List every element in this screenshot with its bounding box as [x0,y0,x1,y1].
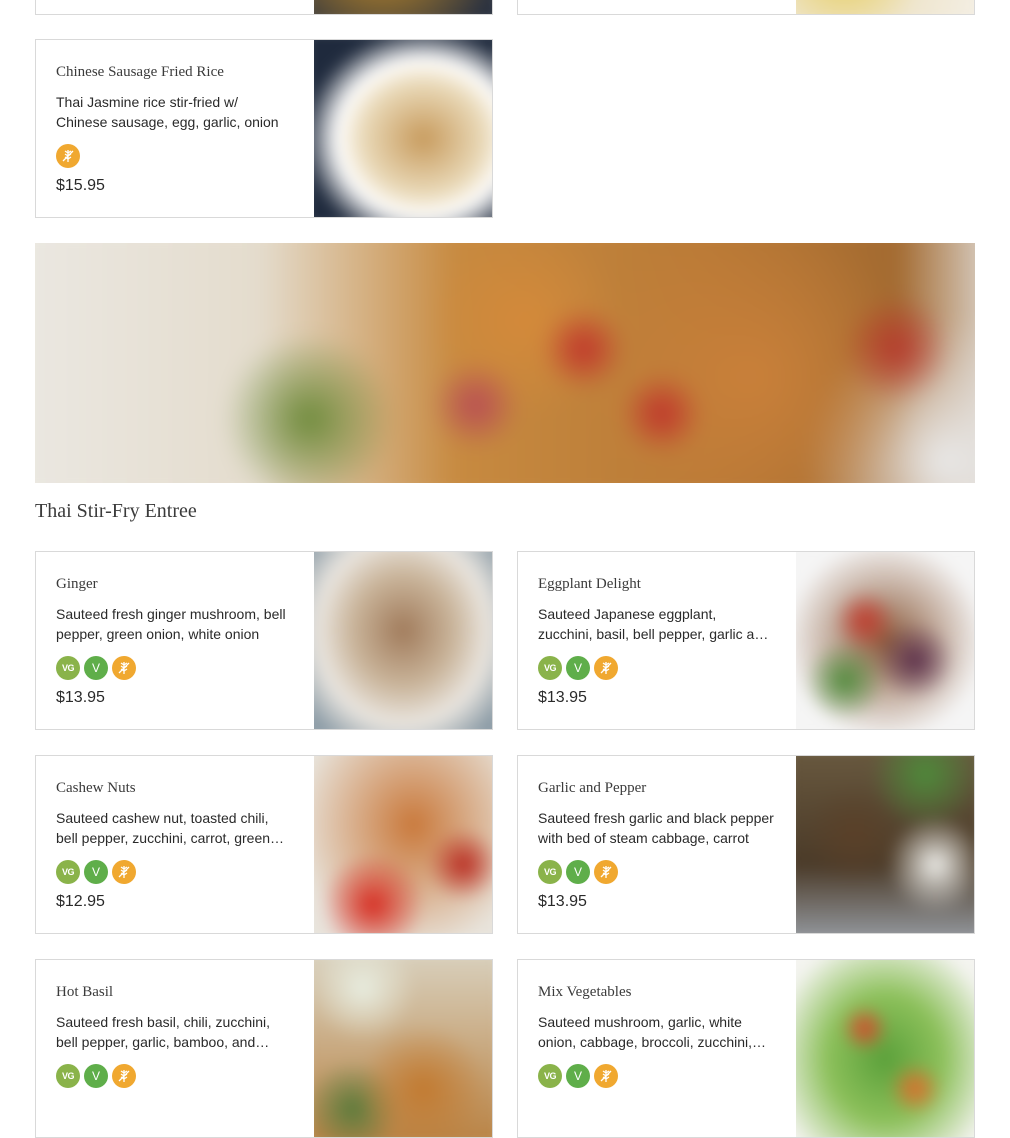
dish-name: Garlic and Pepper [538,780,647,796]
diet-badges: VG V [56,656,136,680]
vegan-badge: VG [538,860,562,884]
wheat-icon [56,144,80,168]
dish-price: $12.95 [56,893,105,910]
dish-description: Sauteed fresh basil, chili, zucchini, be… [56,1014,270,1050]
dish-name: Mix Vegetables [538,984,632,1000]
dish-photo [796,756,974,933]
vegetarian-badge: V [84,1064,108,1088]
vegan-badge: VG [538,656,562,680]
menu-card-garlic-and-pepper[interactable]: Garlic and Pepper Sauteed fresh garlic a… [517,755,975,934]
dish-photo [796,960,974,1137]
menu-card-cashew-nuts[interactable]: Cashew Nuts Sauteed cashew nut, toasted … [35,755,493,934]
diet-badges: VG V [538,1064,618,1088]
dish-photo [796,0,974,14]
vegan-badge: VG [56,656,80,680]
menu-card-partial-left[interactable] [35,0,493,15]
diet-badges: VG V [56,860,136,884]
dish-price: $13.95 [56,689,105,706]
menu-card-chinese-sausage-fried-rice[interactable]: Chinese Sausage Fried Rice Thai Jasmine … [35,39,493,218]
wheat-icon [594,860,618,884]
menu-card-eggplant-delight[interactable]: Eggplant Delight Sauteed Japanese eggpla… [517,551,975,730]
diet-badges: VG V [538,656,618,680]
dish-description: Sauteed fresh ginger mushroom, bell pepp… [56,606,286,642]
diet-badges: VG V [56,1064,136,1088]
menu-card-ginger[interactable]: Ginger Sauteed fresh ginger mushroom, be… [35,551,493,730]
dish-photo [314,756,492,933]
dish-photo [314,0,492,14]
diet-badges [56,144,80,168]
dish-photo [314,552,492,729]
dish-name: Hot Basil [56,984,114,1000]
menu-card-partial-right[interactable] [517,0,975,15]
vegetarian-badge: V [566,1064,590,1088]
dish-description: Sauteed Japanese eggplant, zucchini, bas… [538,606,770,642]
vegetarian-badge: V [84,860,108,884]
section-banner-image [35,243,975,483]
wheat-icon [594,1064,618,1088]
dish-photo [314,40,492,217]
dish-price: $15.95 [56,177,105,194]
dish-description: Sauteed cashew nut, toasted chili, bell … [56,810,271,846]
wheat-icon [112,1064,136,1088]
vegan-badge: VG [538,1064,562,1088]
diet-badges: VG V [538,860,618,884]
dish-price: $13.95 [538,893,587,910]
vegetarian-badge: V [566,656,590,680]
dish-name: Chinese Sausage Fried Rice [56,64,224,80]
dish-photo [314,960,492,1137]
wheat-icon [594,656,618,680]
menu-card-hot-basil[interactable]: Hot Basil Sauteed fresh basil, chili, zu… [35,959,493,1138]
dish-name: Eggplant Delight [538,576,641,592]
dish-photo [796,552,974,729]
vegetarian-badge: V [84,656,108,680]
dish-name: Ginger [56,576,98,592]
dish-name: Cashew Nuts [56,780,136,796]
dish-price: $13.95 [538,689,587,706]
dish-description: Sauteed mushroom, garlic, white onion, c… [538,1014,753,1050]
menu-card-mix-vegetables[interactable]: Mix Vegetables Sauteed mushroom, garlic,… [517,959,975,1138]
dish-description: Thai Jasmine rice stir-fried w/ Chinese … [56,94,279,130]
vegan-badge: VG [56,860,80,884]
section-title: Thai Stir-Fry Entree [35,500,197,522]
vegan-badge: VG [56,1064,80,1088]
wheat-icon [112,656,136,680]
wheat-icon [112,860,136,884]
vegetarian-badge: V [566,860,590,884]
dish-description: Sauteed fresh garlic and black pepper wi… [538,810,774,846]
